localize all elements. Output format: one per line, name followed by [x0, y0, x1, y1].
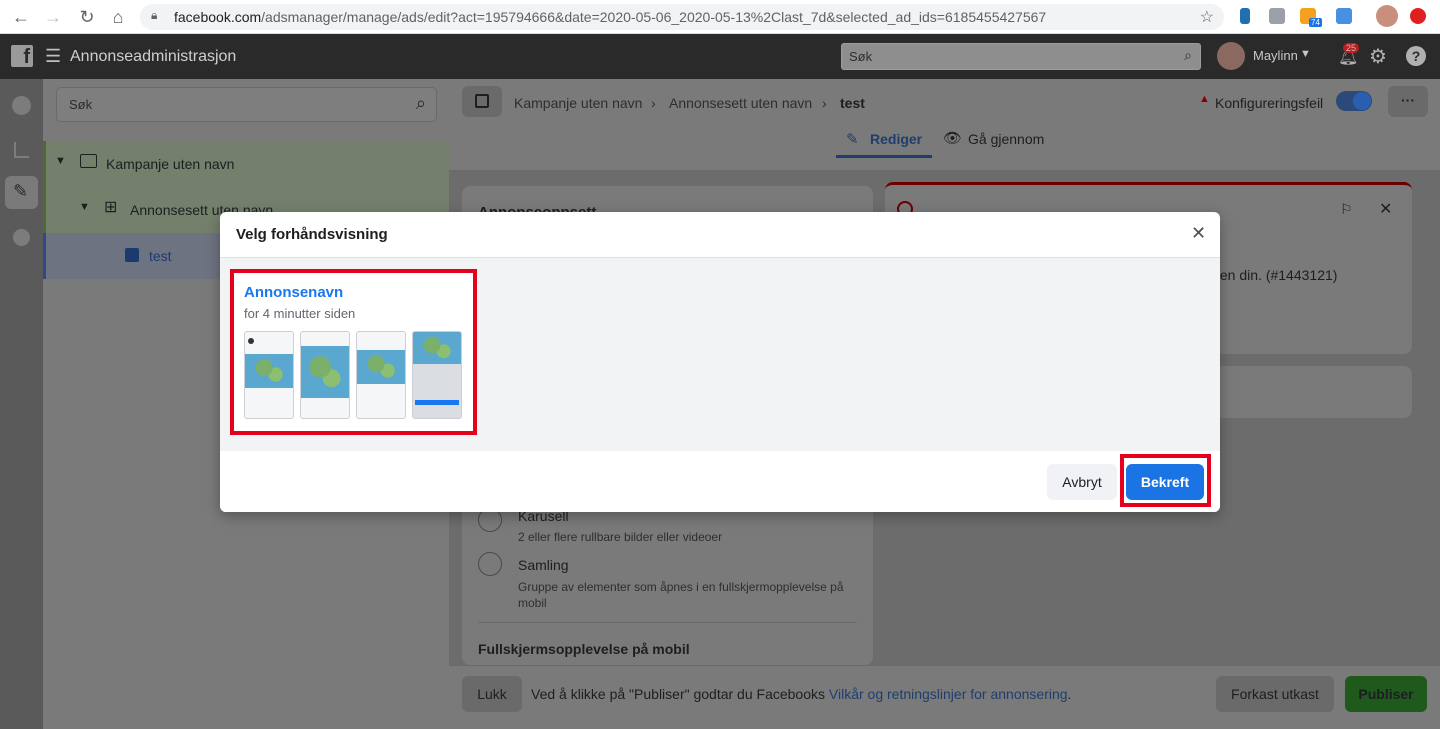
dialog-header: Velg forhåndsvisning ✕	[220, 212, 1220, 258]
publish-button[interactable]: Publiser	[1345, 676, 1427, 712]
editor-footer: Lukk Ved å klikke på "Publiser" godtar d…	[449, 665, 1440, 729]
address-bar[interactable]: 🔒︎ facebook.com/adsmanager/manage/ads/ed…	[140, 4, 1224, 30]
chevron-down-icon[interactable]: ▼	[1300, 48, 1311, 60]
dialog-title: Velg forhåndsvisning	[236, 226, 388, 243]
back-icon[interactable]: ←	[10, 6, 32, 28]
close-icon[interactable]: ✕	[1191, 223, 1206, 244]
ads-manager-topbar: f ☰ Annonseadministrasjon Søk ⌕ Maylinn …	[0, 34, 1440, 79]
cancel-button[interactable]: Avbryt	[1047, 464, 1117, 500]
feedback-icon[interactable]: ⚐	[1340, 201, 1353, 218]
radio-collection[interactable]	[478, 552, 502, 576]
tab-edit[interactable]: ✎ Rediger	[836, 127, 932, 158]
subsection-title: Fullskjermsopplevelse på mobil	[478, 641, 690, 657]
help-icon[interactable]: ?	[1406, 46, 1426, 66]
close-icon[interactable]: ✕	[1379, 199, 1392, 219]
eye-icon: 👁︎	[943, 130, 963, 147]
tree-item-campaign[interactable]: ▼ Kampanje uten navn	[43, 141, 449, 187]
more-icon[interactable]: ···	[1388, 86, 1428, 117]
option-desc: Gruppe av elementer som åpnes i en fulls…	[518, 580, 844, 610]
app-title: Annonseadministrasjon	[70, 48, 237, 65]
highlight-box	[230, 269, 477, 435]
reload-icon[interactable]: ↻	[76, 6, 98, 28]
ad-icon	[125, 248, 139, 262]
user-name[interactable]: Maylinn	[1253, 48, 1298, 63]
breadcrumb-adset[interactable]: Annonsesett uten navn	[669, 95, 812, 111]
url-text: facebook.com/adsmanager/manage/ads/edit?…	[174, 9, 1047, 25]
folder-icon	[80, 154, 97, 168]
breadcrumb-ad[interactable]: test	[840, 95, 865, 111]
option-title: Samling	[518, 557, 569, 573]
gear-icon[interactable]: ⚙	[1369, 44, 1387, 69]
menu-icon[interactable]: ☰	[45, 46, 61, 67]
search-icon: ⌕	[1184, 47, 1192, 63]
profile-avatar[interactable]	[1376, 5, 1398, 27]
browser-toolbar: ← → ↻ ⌂ 🔒︎ facebook.com/adsmanager/manag…	[0, 0, 1440, 34]
publish-notice: Ved å klikke på "Publiser" godtar du Fac…	[531, 686, 1072, 702]
chart-icon[interactable]	[5, 134, 38, 167]
status-label: Konfigureringsfeil	[1215, 95, 1324, 111]
caret-down-icon[interactable]: ▼	[55, 155, 66, 167]
star-icon[interactable]: ☆	[1200, 7, 1214, 27]
terms-link[interactable]: Vilkår og retningslinjer for annonsering	[829, 686, 1068, 702]
breadcrumb-campaign[interactable]: Kampanje uten navn	[514, 95, 642, 111]
lock-icon: 🔒︎	[151, 8, 158, 22]
search-input[interactable]: Søk ⌕	[841, 43, 1201, 70]
search-icon: ⌕	[415, 93, 426, 113]
divider	[478, 622, 857, 623]
chevron-right-icon: ›	[822, 95, 827, 111]
clock-icon[interactable]	[5, 221, 38, 254]
sidebar-toggle-icon[interactable]	[462, 86, 502, 117]
home-icon[interactable]: ⌂	[107, 6, 129, 28]
warning-icon: ▲	[1199, 93, 1210, 105]
expand-icon[interactable]	[5, 89, 38, 122]
extension-icon[interactable]	[1269, 8, 1285, 24]
discard-draft-button[interactable]: Forkast utkast	[1216, 676, 1334, 712]
extension-icon[interactable]	[1336, 8, 1352, 24]
avatar[interactable]	[1217, 42, 1245, 70]
error-text: ten din. (#1443121)	[1216, 267, 1338, 283]
grid-icon: ⊞	[104, 199, 118, 216]
caret-down-icon[interactable]: ▼	[79, 201, 90, 213]
notification-badge: 25	[1343, 43, 1360, 53]
dialog-body: Annonsenavn for 4 minutter siden	[220, 258, 1220, 451]
dialog-footer: Avbryt Bekreft	[220, 451, 1220, 512]
tree-search-input[interactable]: Søk ⌕	[56, 87, 437, 122]
choose-preview-dialog: Velg forhåndsvisning ✕ Annonsenavn for 4…	[220, 212, 1220, 512]
forward-icon[interactable]: →	[42, 6, 64, 28]
extension-badge: 74	[1309, 18, 1322, 27]
left-icon-strip: ✎	[0, 79, 43, 729]
option-desc: 2 eller flere rullbare bilder eller vide…	[518, 530, 723, 544]
tab-review[interactable]: 👁︎ Gå gjennom	[943, 127, 1053, 158]
pencil-icon: ✎	[846, 131, 859, 148]
chevron-right-icon: ›	[651, 95, 656, 111]
pencil-icon[interactable]: ✎	[5, 176, 38, 209]
highlight-box	[1120, 454, 1211, 507]
editor-header: Kampanje uten navn › Annonsesett uten na…	[449, 79, 1440, 171]
extension-icon[interactable]	[1240, 8, 1250, 24]
extension-icon[interactable]	[1410, 8, 1426, 24]
facebook-logo-icon[interactable]: f	[11, 45, 33, 68]
status-toggle[interactable]	[1336, 91, 1372, 111]
close-button[interactable]: Lukk	[462, 676, 522, 712]
